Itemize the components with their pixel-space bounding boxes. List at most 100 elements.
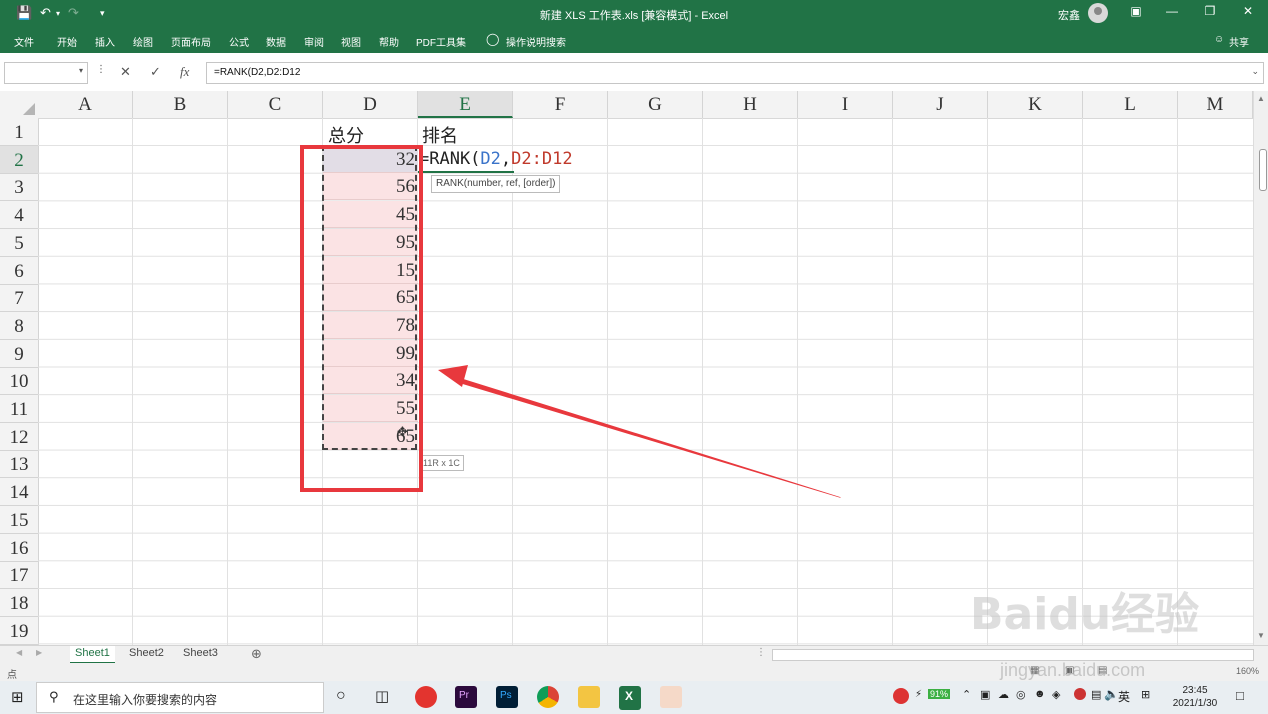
row-header-16[interactable]: 16 <box>0 534 38 562</box>
col-header-e[interactable]: E <box>418 91 513 118</box>
formula-arg2: D2:D12 <box>511 149 573 169</box>
col-header-b[interactable]: B <box>133 91 228 118</box>
tab-help[interactable]: 帮助 <box>379 34 399 49</box>
windows-start-icon[interactable]: ⊞ <box>11 688 24 706</box>
cloud-icon[interactable]: ☁ <box>998 688 1009 701</box>
row-header-17[interactable]: 17 <box>0 561 38 590</box>
input-method-label[interactable]: 英 <box>1118 688 1130 705</box>
select-all-button[interactable] <box>0 91 39 119</box>
taskbar-search-box[interactable]: ⚲ 在这里输入你要搜索的内容 <box>36 682 324 713</box>
tray-icon[interactable]: ☻ <box>1034 688 1046 700</box>
col-header-f[interactable]: F <box>513 91 608 118</box>
cell-e2-formula[interactable]: =RANK(D2,D2:D12 <box>419 149 573 169</box>
cancel-icon[interactable]: ✕ <box>120 64 131 80</box>
row-header-9[interactable]: 9 <box>0 340 38 368</box>
row-header-11[interactable]: 11 <box>0 395 38 423</box>
row-header-14[interactable]: 14 <box>0 478 38 507</box>
scroll-down-icon[interactable]: ▼ <box>1257 631 1265 640</box>
task-view-icon[interactable]: ◫ <box>375 687 389 705</box>
prev-sheet-icon[interactable]: ◀ <box>16 648 22 657</box>
close-icon[interactable]: ✕ <box>1236 4 1260 18</box>
avatar[interactable] <box>1088 3 1108 23</box>
ribbon-display-options-icon[interactable]: ▣ <box>1124 4 1148 18</box>
restore-icon[interactable]: ❐ <box>1198 4 1222 18</box>
tab-view[interactable]: 视图 <box>341 34 361 49</box>
keyboard-icon[interactable]: ⊞ <box>1141 688 1150 701</box>
taskbar-clock[interactable]: 23:45 2021/1/30 <box>1160 684 1230 710</box>
vertical-scrollbar[interactable]: ▲ ▼ <box>1253 91 1268 645</box>
share-button[interactable]: 共享 <box>1229 34 1249 49</box>
row-header-2[interactable]: 2 <box>0 145 38 174</box>
expand-formula-bar-icon[interactable]: ⌄ <box>1251 66 1259 77</box>
name-box[interactable]: ▾ <box>4 62 88 84</box>
notification-icon[interactable]: □ <box>1236 688 1244 703</box>
tab-insert[interactable]: 插入 <box>95 34 115 49</box>
col-header-k[interactable]: K <box>988 91 1083 118</box>
col-header-g[interactable]: G <box>608 91 703 118</box>
excel-taskbar-icon[interactable]: X <box>619 686 641 710</box>
row-header-7[interactable]: 7 <box>0 284 38 313</box>
zoom-level[interactable]: 160% <box>1236 666 1259 676</box>
function-tooltip[interactable]: RANK(number, ref, [order]) <box>431 175 561 193</box>
network-icon[interactable]: ▤ <box>1091 688 1101 701</box>
row-header-13[interactable]: 13 <box>0 450 38 479</box>
tab-formulas[interactable]: 公式 <box>229 34 249 49</box>
cortana-icon[interactable]: ○ <box>336 687 346 705</box>
sheet-tab-3[interactable]: Sheet3 <box>178 646 223 662</box>
col-header-a[interactable]: A <box>38 91 133 118</box>
insert-function-icon[interactable]: fx <box>180 64 189 80</box>
sheet-tab-2[interactable]: Sheet2 <box>124 646 169 662</box>
row-header-6[interactable]: 6 <box>0 257 38 285</box>
col-header-c[interactable]: C <box>228 91 323 118</box>
tab-data[interactable]: 数据 <box>266 34 286 49</box>
row-header-15[interactable]: 15 <box>0 506 38 534</box>
row-header-5[interactable]: 5 <box>0 229 38 257</box>
add-sheet-icon[interactable]: ⊕ <box>251 646 262 662</box>
row-header-10[interactable]: 10 <box>0 367 38 396</box>
row-header-4[interactable]: 4 <box>0 201 38 230</box>
next-sheet-icon[interactable]: ▶ <box>36 648 42 657</box>
tab-file[interactable]: 文件 <box>14 34 34 49</box>
photoshop-icon[interactable]: Ps <box>496 686 518 708</box>
tray-chevron-icon[interactable]: ⌃ <box>962 688 971 701</box>
tab-page-layout[interactable]: 页面布局 <box>171 34 211 49</box>
col-header-i[interactable]: I <box>798 91 893 118</box>
row-header-12[interactable]: 12 <box>0 423 38 451</box>
row-header-1[interactable]: 1 <box>0 118 38 146</box>
premiere-icon[interactable]: Pr <box>455 686 477 708</box>
file-explorer-icon[interactable] <box>578 686 600 708</box>
netease-music-icon[interactable] <box>415 686 437 708</box>
row-header-19[interactable]: 19 <box>0 617 38 645</box>
col-header-d[interactable]: D <box>323 91 418 118</box>
enter-icon[interactable]: ✓ <box>150 64 161 80</box>
col-header-j[interactable]: J <box>893 91 988 118</box>
tab-review[interactable]: 审阅 <box>304 34 324 49</box>
sheet-tab-1[interactable]: Sheet1 <box>70 646 115 664</box>
formula-input[interactable]: =RANK(D2,D2:D12 ⌄ <box>206 62 1264 84</box>
name-box-dropdown-icon[interactable]: ▾ <box>79 66 83 75</box>
row-header-8[interactable]: 8 <box>0 312 38 340</box>
volume-icon[interactable]: 🔈 <box>1104 687 1119 701</box>
user-name[interactable]: 宏鑫 <box>1058 7 1080 23</box>
scroll-thumb[interactable] <box>1259 149 1267 191</box>
row-header-3[interactable]: 3 <box>0 173 38 202</box>
scroll-up-icon[interactable]: ▲ <box>1257 94 1265 103</box>
minimize-icon[interactable]: — <box>1160 4 1184 18</box>
tab-home[interactable]: 开始 <box>57 34 77 49</box>
tray-icon[interactable]: ◎ <box>1016 688 1026 701</box>
chrome-icon[interactable] <box>537 686 559 708</box>
battery-indicator[interactable]: 91% <box>928 689 951 699</box>
recorder-app-icon[interactable] <box>660 686 682 708</box>
tray-app-icon[interactable] <box>893 688 909 704</box>
tray-icon[interactable]: ⚡ <box>915 689 922 700</box>
tray-icon[interactable]: ▣ <box>980 688 990 701</box>
col-header-l[interactable]: L <box>1083 91 1178 118</box>
col-header-m[interactable]: M <box>1178 91 1253 118</box>
tray-icon[interactable] <box>1074 688 1086 700</box>
tab-pdf-tools[interactable]: PDF工具集 <box>416 34 466 49</box>
row-header-18[interactable]: 18 <box>0 589 38 617</box>
tell-me-search[interactable]: 操作说明搜索 <box>506 34 566 49</box>
tab-draw[interactable]: 绘图 <box>133 34 153 49</box>
col-header-h[interactable]: H <box>703 91 798 118</box>
tray-icon[interactable]: ◈ <box>1052 688 1060 701</box>
